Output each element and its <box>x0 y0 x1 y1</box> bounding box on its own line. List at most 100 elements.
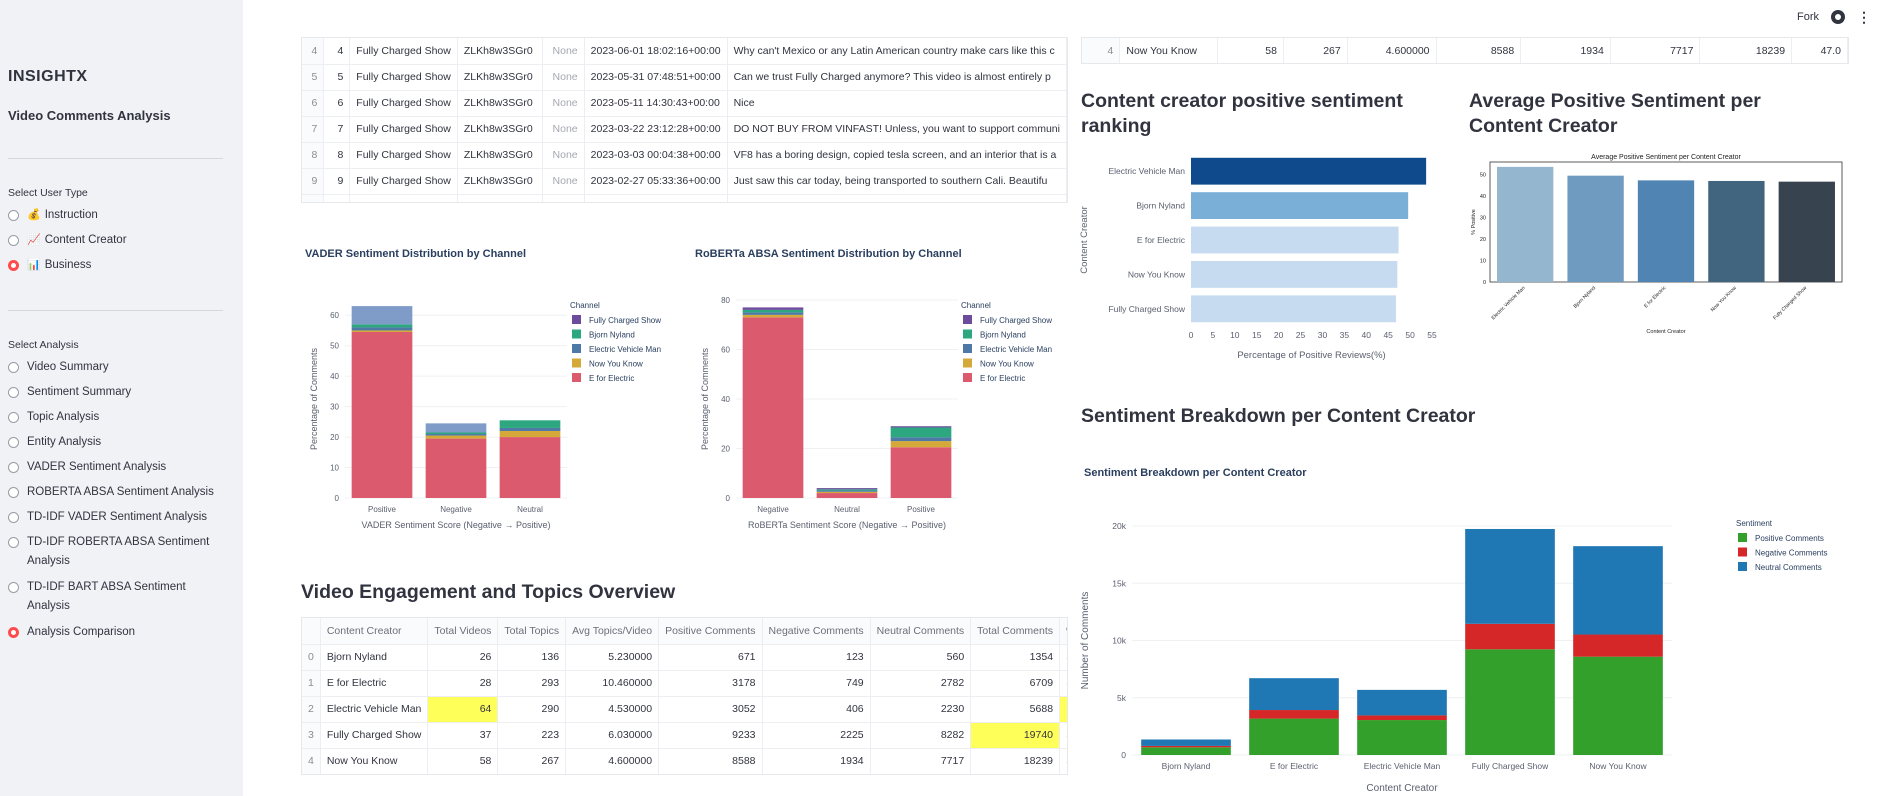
analysis-topic-analysis[interactable]: Topic Analysis <box>8 408 223 427</box>
bar-now-you-know[interactable] <box>1708 180 1765 282</box>
bar-segment-bjorn-nyland[interactable] <box>425 432 487 435</box>
legend-swatch[interactable] <box>572 329 581 339</box>
table-cell[interactable]: ZLKh8w3SGr0 <box>457 64 544 91</box>
legend-label[interactable]: E for Electric <box>589 374 634 383</box>
table-cell[interactable]: 4.600000 <box>565 748 660 774</box>
bar-segment-electric-vehicle-man[interactable] <box>742 312 804 315</box>
radio-dot[interactable] <box>8 362 19 373</box>
table-cell[interactable]: Fully Charged Show <box>349 64 458 91</box>
bar-electric-vehicle-man[interactable] <box>1191 157 1427 185</box>
bar-segment-other[interactable] <box>351 306 413 325</box>
table-cell[interactable]: Bjorn Nyland <box>320 644 429 671</box>
table-cell[interactable]: None <box>542 168 585 195</box>
radio-dot[interactable] <box>8 260 19 271</box>
radio-dot[interactable] <box>8 512 19 523</box>
table-row[interactable]: 1E for Electric 28 293 10.460000 3178 749 2782… <box>302 670 1067 697</box>
bar-segment-electric-vehicle-man[interactable] <box>499 427 561 431</box>
bar-segment-neutral-comments[interactable] <box>1573 546 1663 635</box>
fork-link[interactable]: Fork <box>1797 11 1819 23</box>
table-cell[interactable]: 7717 <box>870 748 972 774</box>
engagement-table[interactable]: Content Creator Total Videos Total Topics A… <box>301 617 1068 775</box>
table-cell[interactable]: 26 <box>427 644 499 671</box>
radio-dot[interactable] <box>8 582 19 593</box>
radio-dot[interactable] <box>8 210 19 221</box>
bar-bjorn-nyland[interactable] <box>1567 175 1624 282</box>
table-row[interactable]: 6 6 Fully Charged Show ZLKh8w3SGr0 None 2023-… <box>302 90 1067 117</box>
table-row[interactable]: 2 Electric Vehicle Man 64 290 4.530000 3052 40… <box>302 696 1067 723</box>
table-cell[interactable]: 1354 <box>970 644 1061 671</box>
bar-segment-electric-vehicle-man[interactable] <box>351 327 413 331</box>
row-index[interactable]: 1 <box>302 670 321 697</box>
bar-segment-positive-comments[interactable] <box>1249 718 1339 755</box>
radio-dot[interactable] <box>8 537 19 548</box>
column-header[interactable]: Content Creator <box>320 618 429 645</box>
table-cell[interactable]: 8 <box>323 142 351 169</box>
analysis-vader-sentiment-analysis[interactable]: VADER Sentiment Analysis <box>8 458 223 477</box>
table-cell[interactable]: 406 <box>762 696 871 723</box>
column-header[interactable]: Total Comments <box>970 618 1061 645</box>
bar-segment-fully-charged-show[interactable] <box>890 426 952 428</box>
legend-label[interactable]: Fully Charged Show <box>980 316 1052 325</box>
bar-fully-charged-show[interactable] <box>1191 295 1396 323</box>
bar-segment-neutral-comments[interactable] <box>1249 678 1339 711</box>
row-index[interactable]: 6 <box>302 90 325 117</box>
table-cell[interactable]: Fully Charged Show <box>349 38 458 65</box>
table-cell[interactable]: 4.530000 <box>565 696 660 723</box>
table-row[interactable]: 5 5 Fully Charged Show ZLKh8w3SGr0 None 2023-… <box>302 64 1067 91</box>
table-cell[interactable]: Just saw this car today, being transport… <box>727 168 1067 195</box>
github-icon[interactable] <box>1831 10 1845 24</box>
table-cell[interactable]: 293 <box>497 670 567 697</box>
table-cell[interactable]: 37 <box>427 722 499 749</box>
table-cell[interactable]: 18239 <box>970 748 1061 774</box>
bar-now-you-know[interactable] <box>1191 260 1398 288</box>
bar-segment-positive-comments[interactable] <box>1141 747 1231 755</box>
bar-segment-electric-vehicle-man[interactable] <box>425 434 487 436</box>
table-cell[interactable]: 2023-03-22 23:12:28+00:00 <box>584 116 728 143</box>
comments-table[interactable]: 4 4 Fully Charged Show ZLKh8w3SGr0 None 2023-… <box>301 37 1068 203</box>
table-cell[interactable]: ZLKh8w3SGr0 <box>457 90 544 117</box>
table-cell[interactable]: 136 <box>497 644 567 671</box>
table-cell[interactable]: 2023-03-03 00:04:38+00:00 <box>584 142 728 169</box>
bar-segment-negative-comments[interactable] <box>1357 715 1447 721</box>
table-row[interactable]: 9 9 Fully Charged Show ZLKh8w3SGr0 None 2023-… <box>302 168 1067 195</box>
more-menu-icon[interactable]: ⋮ <box>1857 10 1871 24</box>
user-type-business[interactable]: 📊 Business <box>8 256 223 275</box>
legend-label[interactable]: Neutral Comments <box>1755 563 1822 572</box>
bar-segment-positive-comments[interactable] <box>1465 649 1555 755</box>
user-type-content-creator[interactable]: 📈 Content Creator <box>8 231 223 250</box>
bar-segment-bjorn-nyland[interactable] <box>890 427 952 438</box>
table-cell[interactable]: 2023-06-01 18:02:16+00:00 <box>584 38 728 65</box>
legend-label[interactable]: Electric Vehicle Man <box>589 345 661 354</box>
row-index[interactable]: 4 <box>302 748 321 774</box>
legend-label[interactable]: Electric Vehicle Man <box>980 345 1052 354</box>
bar-segment-now-you-know[interactable] <box>742 314 804 318</box>
table-cell[interactable]: 10.460000 <box>565 670 660 697</box>
table-cell[interactable]: 5688 <box>970 696 1061 723</box>
radio-dot[interactable] <box>8 387 19 398</box>
row-index[interactable]: 2 <box>302 696 321 723</box>
bar-segment-e-for-electric[interactable] <box>816 493 878 498</box>
bar-segment-now-you-know[interactable] <box>816 491 878 494</box>
table-cell[interactable]: 47.370 <box>1059 670 1067 697</box>
bar-segment-neutral-comments[interactable] <box>1141 739 1231 746</box>
table-cell[interactable]: 58 <box>427 748 499 774</box>
table-cell[interactable]: 4.600000 <box>1347 38 1437 63</box>
bar-segment-now-you-know[interactable] <box>351 330 413 332</box>
legend-swatch[interactable] <box>963 315 972 324</box>
table-cell[interactable]: Fully Charged Show <box>320 722 429 749</box>
table-cell[interactable]: 3178 <box>658 670 763 697</box>
table-cell[interactable]: Fully Charged Show <box>349 168 458 195</box>
analysis-td-idf-roberta-absa-sentiment-analysis[interactable]: TD-IDF ROBERTA ABSA Sentiment Analysis <box>8 533 223 571</box>
table-cell[interactable]: ZLKh8w3SGr0 <box>457 168 544 195</box>
table-cell[interactable]: 2230 <box>870 696 972 723</box>
legend-label[interactable]: Now You Know <box>980 360 1034 369</box>
row-index[interactable]: 4 <box>302 38 325 65</box>
bar-bjorn-nyland[interactable] <box>1191 192 1409 220</box>
table-cell[interactable]: 671 <box>658 644 763 671</box>
bar-segment-neutral-comments[interactable] <box>1357 689 1447 716</box>
analysis-analysis-comparison[interactable]: Analysis Comparison <box>8 623 223 642</box>
bar-segment-bjorn-nyland[interactable] <box>816 489 878 491</box>
bar-segment-negative-comments[interactable] <box>1249 710 1339 719</box>
legend-label[interactable]: Negative Comments <box>1755 549 1827 558</box>
radio-dot[interactable] <box>8 412 19 423</box>
